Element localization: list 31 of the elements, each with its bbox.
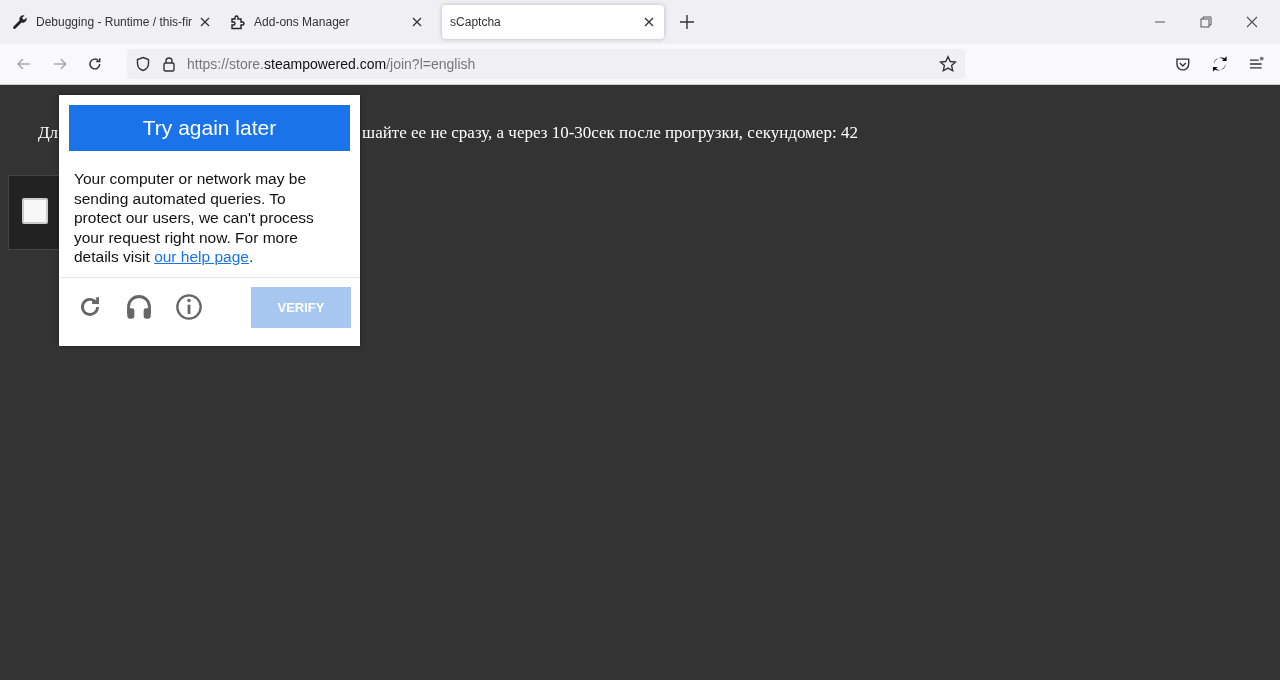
wrench-icon bbox=[12, 14, 28, 30]
browser-tab[interactable]: Add-ons Manager bbox=[222, 5, 433, 39]
arrows-icon[interactable] bbox=[1210, 55, 1229, 73]
lock-icon[interactable] bbox=[160, 56, 177, 72]
close-icon[interactable] bbox=[1246, 16, 1258, 28]
close-icon[interactable] bbox=[644, 17, 655, 27]
shield-icon[interactable] bbox=[134, 56, 151, 72]
pocket-icon[interactable] bbox=[1175, 56, 1191, 72]
captcha-checkbox[interactable] bbox=[22, 198, 48, 224]
popup-title: Try again later bbox=[69, 105, 350, 151]
new-tab-icon[interactable] bbox=[680, 15, 695, 29]
star-icon[interactable] bbox=[939, 55, 958, 73]
url-text: https://store.steampowered.com/join?l=english bbox=[186, 56, 477, 72]
browser-tab[interactable]: sCaptcha bbox=[442, 5, 665, 39]
tab-title: Debugging - Runtime / this-fir bbox=[36, 15, 193, 29]
menu-icon[interactable] bbox=[1248, 56, 1264, 72]
address-bar[interactable]: https://store.steampowered.com/join?l=english bbox=[126, 49, 966, 79]
page-text: Дл bbox=[38, 123, 59, 143]
close-icon[interactable] bbox=[412, 17, 423, 27]
page-text: шайте ее не сразу, а через 10-30сек после прогрузки, секундомер: 42 bbox=[362, 123, 858, 143]
info-icon[interactable] bbox=[175, 293, 203, 321]
puzzle-icon bbox=[230, 14, 247, 30]
browser-tab[interactable]: Debugging - Runtime / this-fir bbox=[4, 5, 221, 39]
headphones-icon[interactable] bbox=[125, 293, 153, 321]
popup-message: Your computer or network may be sending automated queries. To protect our users, we can't process your request right now. For more details visit our help page. bbox=[74, 169, 315, 267]
tab-title: sCaptcha bbox=[450, 15, 502, 29]
tab-title: Add-ons Manager bbox=[254, 15, 351, 29]
help-link[interactable]: our help page bbox=[154, 248, 249, 265]
reload-icon[interactable] bbox=[87, 56, 103, 72]
close-icon[interactable] bbox=[200, 17, 211, 27]
restore-icon[interactable] bbox=[1200, 16, 1212, 28]
